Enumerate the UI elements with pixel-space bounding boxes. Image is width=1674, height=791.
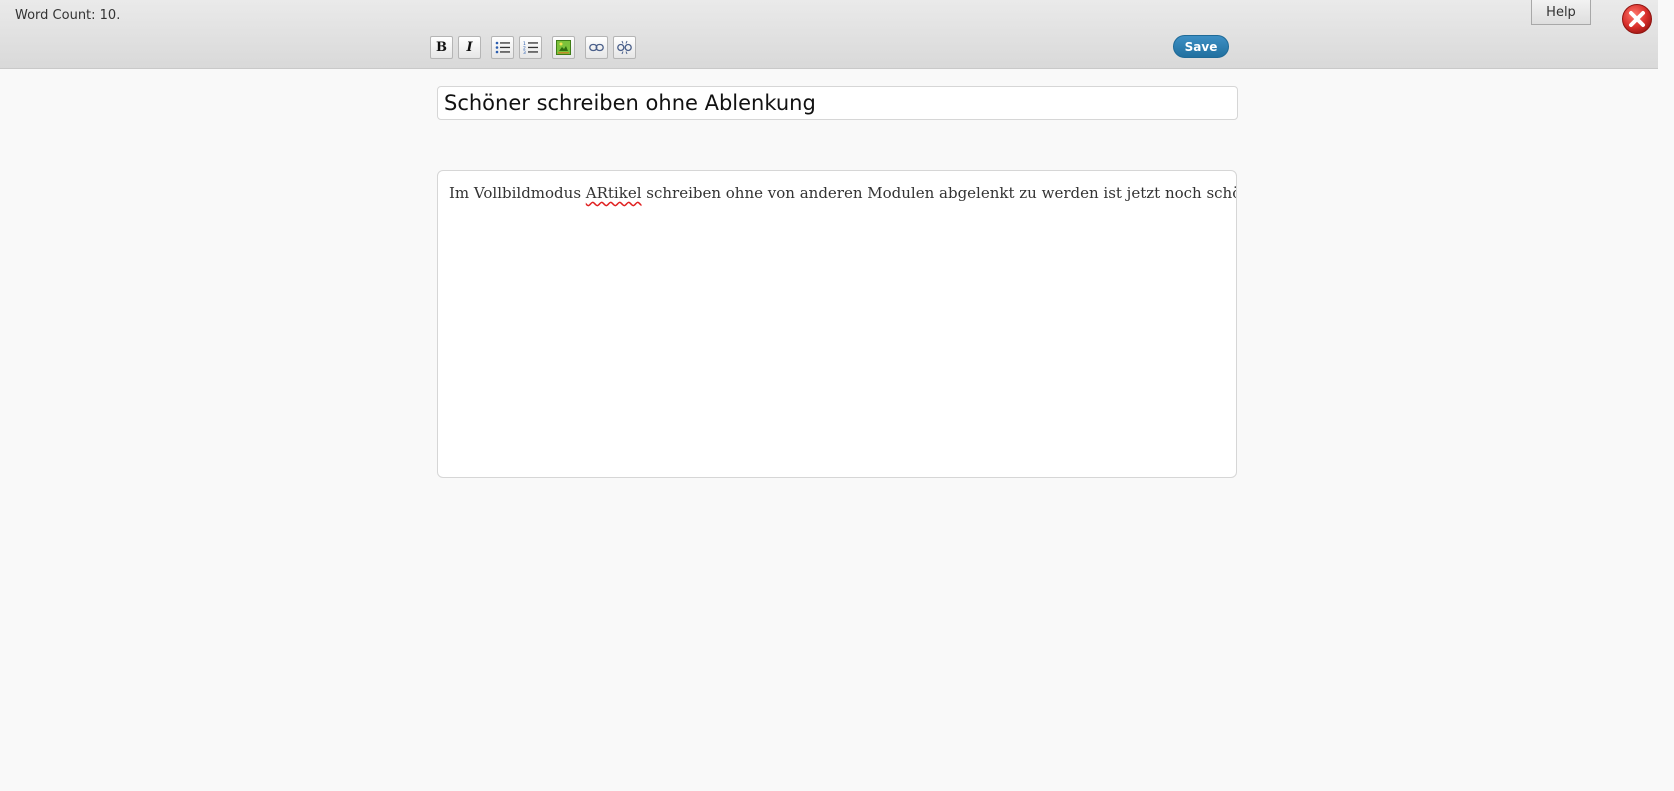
- title-input[interactable]: [437, 86, 1238, 120]
- close-icon: [1622, 4, 1652, 34]
- numbered-list-icon: 1 2 3: [523, 41, 538, 54]
- misspelled-word[interactable]: ARtikel: [586, 184, 642, 202]
- scrollbar-gutter: [1658, 0, 1674, 791]
- body-text-start: Im Vollbildmodus: [449, 184, 586, 202]
- italic-icon: I: [466, 40, 473, 55]
- italic-button[interactable]: I: [458, 36, 481, 59]
- word-count: Word Count: 10.: [15, 8, 121, 23]
- bold-button[interactable]: B: [430, 36, 453, 59]
- body-editor[interactable]: Im Vollbildmodus ARtikel schreiben ohne …: [437, 170, 1237, 478]
- numbered-list-button[interactable]: 1 2 3: [519, 36, 542, 59]
- help-button[interactable]: Help: [1531, 0, 1591, 25]
- svg-text:3: 3: [523, 50, 526, 54]
- bold-icon: B: [436, 40, 447, 55]
- link-icon: [589, 43, 604, 52]
- bullet-list-icon: [495, 41, 510, 54]
- body-text-end: schreiben ohne von anderen Modulen abgel…: [641, 184, 1237, 202]
- save-button[interactable]: Save: [1173, 35, 1229, 58]
- unlink-icon: [617, 40, 632, 55]
- close-button[interactable]: [1621, 3, 1653, 35]
- top-toolbar: Word Count: 10. B I 1 2 3 Save Help: [0, 0, 1658, 69]
- link-button[interactable]: [585, 36, 608, 59]
- insert-image-button[interactable]: [552, 36, 575, 59]
- unlink-button[interactable]: [613, 36, 636, 59]
- insert-image-icon: [556, 40, 571, 55]
- bullet-list-button[interactable]: [491, 36, 514, 59]
